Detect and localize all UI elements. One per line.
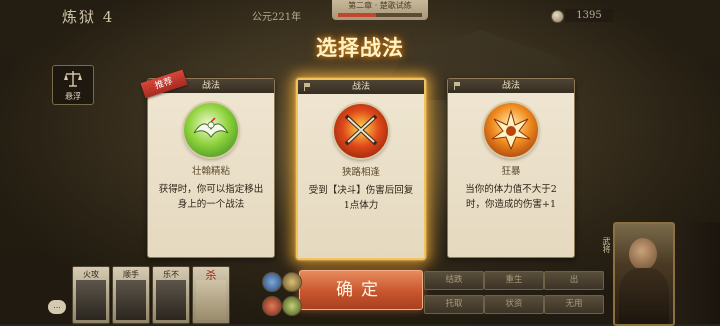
side-button[interactable]: 托取 (424, 295, 484, 314)
leaf-skill-icon[interactable] (282, 296, 302, 316)
side-button[interactable]: 状资 (484, 295, 544, 314)
skill-name: 壮翰精粘 (191, 166, 230, 177)
hand-card-label: 乐不 (163, 270, 179, 279)
chapter-progress-bar (338, 13, 422, 17)
right-edge-panel (675, 222, 720, 324)
hand-card[interactable]: 乐不 (152, 266, 190, 324)
stage-title: 炼狱 4 (62, 8, 115, 26)
hand-card[interactable]: 顺手 (112, 266, 150, 324)
scale-badge[interactable]: 悬浮 (52, 65, 94, 105)
wind-skill-icon[interactable] (282, 272, 302, 292)
side-button[interactable]: 重生 (484, 271, 544, 290)
coin-icon (551, 10, 564, 23)
side-button[interactable]: 出 (544, 271, 604, 290)
portrait-label: 武将 (602, 237, 611, 253)
skill-name: 狭路相逢 (341, 167, 380, 178)
crane-icon (184, 103, 238, 157)
chat-icon[interactable]: ... (48, 300, 66, 314)
fire-skill-icon[interactable] (262, 296, 282, 316)
side-button[interactable]: 无用 (544, 295, 604, 314)
hand-card-label: 顺手 (123, 270, 139, 279)
top-bar: 炼狱 4 公元221年 第二章 · 楚歌试练 1395 (0, 0, 720, 30)
chapter-label: 第二章 · 楚歌试练 (348, 1, 412, 10)
skill-description: 当你的体力值不大于2时，你造成的伤害+1 (465, 184, 557, 210)
skill-description: 获得时，你可以指定移出身上的一个战法 (158, 184, 264, 210)
era-text: 公元221年 (252, 12, 302, 23)
side-button[interactable]: 结跌 (424, 271, 484, 290)
card-header-label: 战法 (501, 81, 520, 91)
confirm-button[interactable]: 确定 (299, 270, 423, 310)
skill-description: 受到【决斗】伤害后回复1点体力 (308, 185, 414, 211)
card-art (76, 280, 106, 320)
skill-card-1[interactable]: 战法 推荐 壮翰精粘 获得时，你可以指定移出身上的一个战法 (140, 69, 275, 258)
coin-count: 1395 (565, 9, 613, 22)
card-header: 战法 (448, 79, 574, 93)
card-header-label: 战法 (201, 81, 220, 91)
card-header: 战法 (298, 80, 424, 94)
hand-card[interactable]: 火攻 (72, 266, 110, 324)
card-header-label: 战法 (351, 82, 370, 92)
flag-icon (454, 82, 461, 90)
card-art (156, 280, 186, 320)
water-skill-icon[interactable] (262, 272, 282, 292)
select-skill-heading: 选择战法 (316, 35, 404, 60)
chapter-progress-fill (338, 13, 376, 17)
skill-name: 狂暴 (501, 166, 521, 177)
crossed-swords-icon (334, 104, 388, 158)
general-portrait[interactable] (613, 222, 675, 326)
skill-card-3[interactable]: 战法 狂暴 当你的体力值不大于2时，你造成的伤害+1 (447, 78, 575, 258)
scale-icon (64, 71, 82, 87)
chapter-tab: 第二章 · 楚歌试练 (332, 0, 428, 20)
card-art (116, 280, 146, 320)
burst-icon (484, 103, 538, 157)
flag-icon (304, 83, 311, 91)
hand-card[interactable]: 杀 (192, 266, 230, 324)
hand-card-label: 火攻 (83, 270, 99, 279)
badge-label: 悬浮 (65, 92, 81, 101)
skill-card-2[interactable]: 战法 狭路相逢 受到【决斗】伤害后回复1点体力 (296, 78, 426, 260)
card-art (196, 280, 226, 320)
